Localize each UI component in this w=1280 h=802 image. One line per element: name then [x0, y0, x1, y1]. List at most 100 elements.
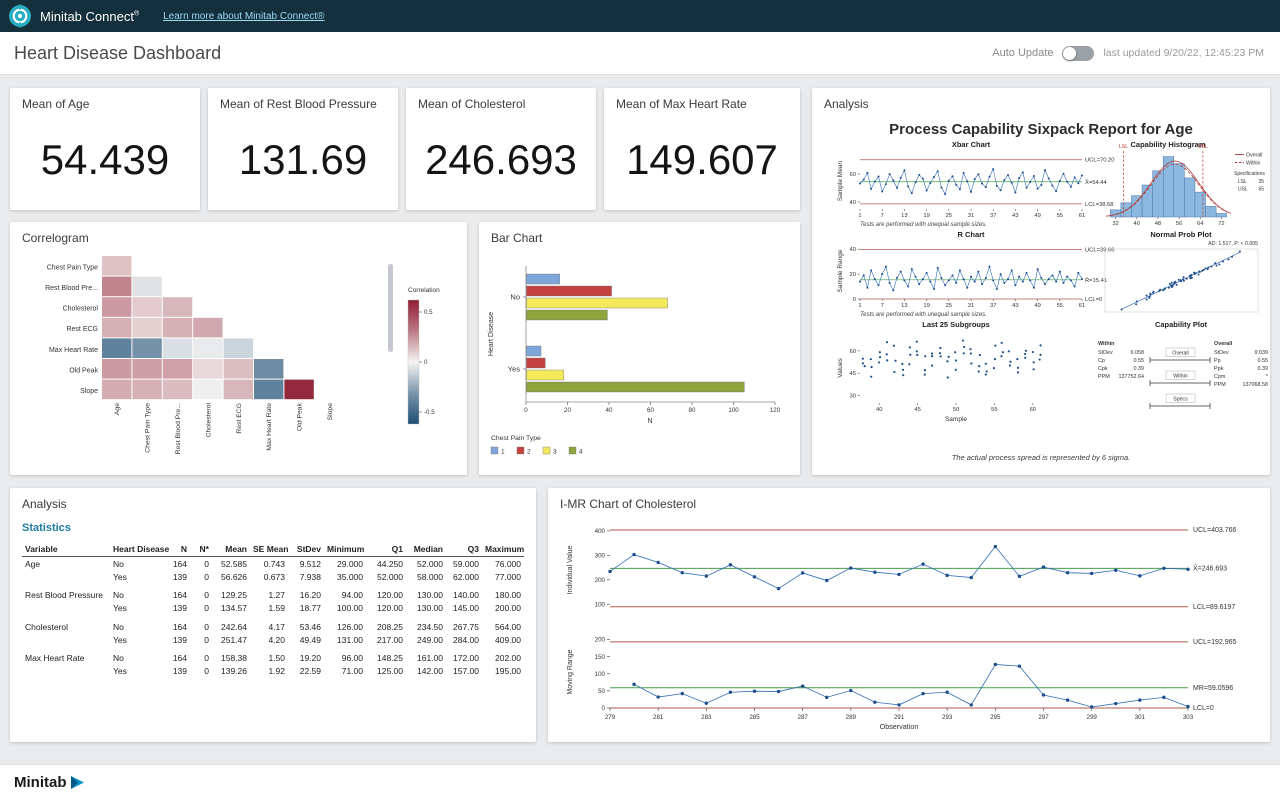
subgroup-point: [970, 352, 972, 354]
table-cell: 129.25: [212, 583, 250, 602]
subgroup-point: [962, 339, 964, 341]
histogram-bar: [1195, 192, 1206, 217]
auto-update-label: Auto Update: [992, 47, 1053, 59]
correlation-cell: [163, 297, 192, 317]
x-tick-label: 285: [749, 714, 760, 721]
data-point: [1070, 186, 1072, 188]
histogram-bar: [1174, 164, 1185, 217]
table-cell: 94.00: [324, 583, 366, 602]
correlation-cell: [163, 380, 192, 400]
data-point: [1033, 175, 1035, 177]
x-tick-label: 25: [946, 213, 952, 219]
ucl-label: UCL=192.965: [1193, 639, 1237, 646]
row-label: Rest Blood Pre...: [45, 285, 98, 292]
overall-stat-value: 0.39: [1258, 366, 1269, 372]
prob-point: [1180, 279, 1182, 281]
table-cell: 208.25: [366, 615, 406, 634]
bar-chest-pain-1: [527, 346, 542, 356]
data-point: [1018, 664, 1021, 667]
table-cell: [22, 633, 110, 646]
minitab-connect-dashboard: Minitab Connect® Learn more about Minita…: [0, 0, 1280, 802]
data-point: [944, 193, 946, 195]
column-header: Variable: [22, 542, 110, 557]
row-label: Chest Pain Type: [47, 264, 98, 271]
prob-point: [1210, 266, 1212, 268]
data-point: [996, 185, 998, 187]
chart-title: Xbar Chart: [952, 140, 991, 149]
data-point: [632, 553, 635, 556]
data-point: [900, 177, 902, 179]
data-point: [881, 273, 883, 275]
overall-stat-value: *: [1266, 374, 1269, 380]
learn-more-link[interactable]: Learn more about Minitab Connect®: [163, 11, 324, 22]
data-point: [656, 561, 659, 564]
subgroup-point: [946, 360, 948, 362]
table-cell: 76.000: [482, 557, 524, 571]
data-point: [753, 575, 756, 578]
data-point: [1018, 276, 1020, 278]
data-point: [959, 269, 961, 271]
subgroup-point: [1025, 350, 1027, 352]
table-cell: 249.00: [406, 633, 446, 646]
kpi-title: Mean of Max Heart Rate: [616, 97, 747, 111]
table-cell: 139: [164, 665, 190, 678]
subgroup-point: [924, 369, 926, 371]
x-tick-label: 279: [605, 714, 616, 721]
bar-chest-pain-2: [527, 358, 546, 368]
lcl-label: LCL=38.68: [1085, 202, 1114, 208]
table-row: Yes1390134.571.5918.77100.00120.00130.00…: [22, 602, 524, 615]
x-tick-label: 37: [990, 303, 996, 309]
prob-point: [1195, 272, 1197, 274]
x-tick-label: 19: [923, 303, 929, 309]
data-point: [1048, 278, 1050, 280]
table-cell: 52.000: [406, 557, 446, 571]
chart-note: Tests are performed with unequal sample …: [860, 222, 987, 228]
x-tick-label: 20: [564, 407, 571, 414]
table-cell: 142.00: [406, 665, 446, 678]
data-point: [859, 281, 861, 283]
data-point: [915, 276, 917, 278]
correlation-cell: [163, 338, 192, 358]
ucl-label: UCL=39.66: [1085, 248, 1115, 254]
chart-title: R Chart: [957, 230, 985, 239]
center-label: X̄=54.44: [1085, 179, 1108, 186]
data-point: [1077, 272, 1079, 274]
auto-update-toggle[interactable]: [1062, 46, 1094, 61]
table-cell: 164: [164, 557, 190, 571]
table-cell: 195.00: [482, 665, 524, 678]
data-point: [918, 283, 920, 285]
overall-stat-value: 137068.58: [1243, 382, 1268, 388]
data-point: [963, 278, 965, 280]
subgroup-point: [909, 354, 911, 356]
data-point: [1042, 693, 1045, 696]
statistics-section-title: Statistics: [22, 522, 71, 534]
correlation-cell: [163, 359, 192, 379]
data-point: [926, 190, 928, 192]
within-stat-label: Cp: [1098, 358, 1105, 364]
histogram-bar: [1184, 178, 1195, 217]
table-cell: 120.00: [366, 602, 406, 615]
data-point: [849, 689, 852, 692]
x-tick-label: 293: [942, 714, 953, 721]
data-point: [922, 278, 924, 280]
subgroup-point: [916, 350, 918, 352]
table-cell: 77.000: [482, 570, 524, 583]
prob-point: [1186, 278, 1188, 280]
chart-title: Last 25 Subgroups: [922, 320, 990, 329]
bar-chest-pain-3: [527, 298, 668, 308]
data-point: [992, 168, 994, 170]
overall-stat-value: 9.039: [1255, 350, 1269, 356]
data-point: [859, 183, 861, 185]
subgroup-point: [886, 353, 888, 355]
correlation-cell: [224, 338, 253, 358]
x-tick-label: 40: [606, 407, 613, 414]
column-label: Cholesterol: [205, 403, 212, 438]
subgroup-point: [931, 352, 933, 354]
data-point: [977, 271, 979, 273]
overall-stat-label: Ppk: [1214, 366, 1224, 372]
subgroup-point: [1039, 344, 1041, 346]
x-tick-label: 37: [990, 213, 996, 219]
analysis-sixpack-panel: Analysis Process Capability Sixpack Repo…: [812, 88, 1270, 475]
table-cell: 126.00: [324, 615, 366, 634]
kpi-card-mean-cholesterol: Mean of Cholesterol 246.693: [406, 88, 596, 210]
